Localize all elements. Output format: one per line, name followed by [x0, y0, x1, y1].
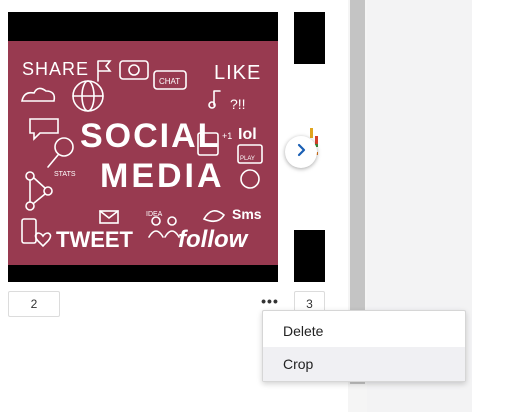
- chevron-right-icon: [294, 143, 308, 162]
- menu-item-label: Delete: [283, 323, 324, 339]
- stats-text: STATS: [54, 171, 76, 178]
- more-dots-icon: •••: [261, 293, 279, 309]
- letterbox-top: [294, 12, 325, 64]
- menu-item-crop[interactable]: Crop: [263, 347, 465, 381]
- menu-item-delete[interactable]: Delete: [263, 314, 465, 348]
- next-slide-button[interactable]: [285, 136, 317, 168]
- letterbox-bottom: [294, 230, 325, 282]
- like-text: LIKE: [214, 62, 261, 84]
- follow-text: follow: [178, 226, 249, 253]
- social-text: SOCIAL: [80, 117, 220, 155]
- share-text: SHARE: [22, 59, 89, 79]
- tweet-text: TWEET: [56, 227, 134, 252]
- idea-text: IDEA: [146, 211, 163, 218]
- slide-thumbnail-2[interactable]: SHARE LIKE CHAT ?!! SOCIAL MEDIA TWEET f…: [8, 12, 278, 282]
- page-number-input[interactable]: 2: [8, 291, 60, 317]
- page-number-value: 3: [306, 297, 313, 311]
- more-options-button[interactable]: •••: [258, 292, 282, 310]
- plus-one-text: +1: [222, 131, 232, 141]
- sms-text: Sms: [232, 206, 262, 222]
- panel-edge: [472, 0, 508, 412]
- context-menu: Delete Crop: [262, 310, 466, 382]
- social-media-doodle-image: SHARE LIKE CHAT ?!! SOCIAL MEDIA TWEET f…: [8, 41, 278, 265]
- qmark-text: ?!!: [230, 96, 246, 112]
- media-text: MEDIA: [100, 157, 225, 195]
- page-number-value: 2: [30, 297, 38, 311]
- chat-text: CHAT: [159, 77, 180, 86]
- play-text: PLAY: [240, 156, 255, 162]
- slide-sorter: SHARE LIKE CHAT ?!! SOCIAL MEDIA TWEET f…: [0, 0, 508, 412]
- menu-item-label: Crop: [283, 356, 314, 372]
- iol-text: Iol: [238, 126, 257, 143]
